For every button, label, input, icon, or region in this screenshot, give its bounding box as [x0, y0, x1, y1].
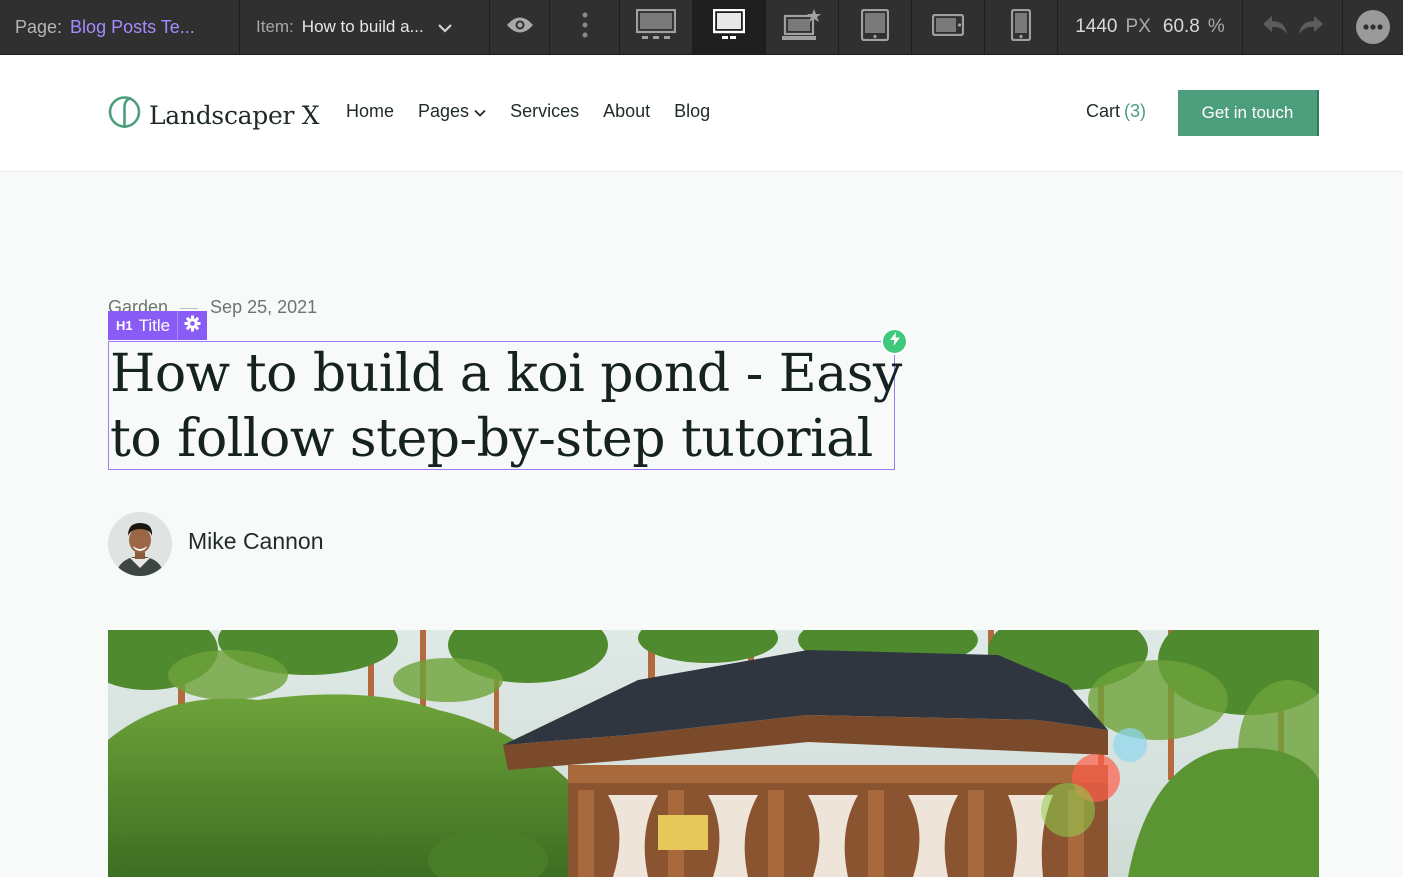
nav-home[interactable]: Home	[346, 101, 394, 122]
zoom-unit: %	[1207, 16, 1225, 37]
canvas-size-readout[interactable]: 1440 PX 60.8 %	[1058, 0, 1243, 54]
selection-tag-label: H1 Title	[108, 316, 177, 336]
item-value: How to build a...	[301, 17, 424, 36]
nav-services[interactable]: Services	[510, 101, 579, 122]
interaction-bolt-button[interactable]	[881, 328, 908, 355]
phone-icon	[1010, 8, 1032, 46]
site-header: Landscaper X Home Pages Services About B…	[0, 55, 1403, 172]
page-selector[interactable]: Page: Blog Posts Te...	[0, 0, 240, 54]
author-name[interactable]: Mike Cannon	[188, 528, 324, 555]
lightning-icon	[889, 332, 901, 351]
desktop-icon	[712, 8, 746, 46]
more-options-button[interactable]	[550, 0, 620, 54]
device-custom[interactable]	[766, 0, 839, 54]
page-value: Blog Posts Te...	[70, 16, 195, 37]
undo-icon[interactable]	[1261, 14, 1289, 41]
device-desktop-large[interactable]	[620, 0, 693, 54]
vertical-dots-icon	[582, 12, 588, 43]
redo-icon[interactable]	[1297, 14, 1325, 41]
author-avatar	[108, 512, 172, 576]
device-desktop[interactable]	[693, 0, 766, 54]
device-tablet[interactable]	[839, 0, 912, 54]
desktop-large-icon	[635, 8, 677, 46]
nav-about[interactable]: About	[603, 101, 650, 122]
width-unit: PX	[1125, 16, 1151, 37]
item-label: Item:	[256, 17, 294, 36]
nav-blog[interactable]: Blog	[674, 101, 710, 122]
meta-divider	[180, 307, 199, 309]
heading-type: H1	[116, 318, 133, 333]
site-logo[interactable]: Landscaper X	[108, 95, 320, 136]
post-date: Sep 25, 2021	[210, 297, 318, 317]
preview-button[interactable]	[490, 0, 550, 54]
history-controls	[1243, 0, 1343, 54]
eye-icon	[506, 16, 534, 39]
chevron-down-icon	[437, 17, 452, 38]
desktop-custom-icon	[781, 8, 823, 47]
element-settings-button[interactable]	[177, 311, 207, 340]
nav-pages-label: Pages	[418, 101, 470, 121]
zoom-value[interactable]: 60.8	[1163, 16, 1200, 38]
item-selector[interactable]: Item: How to build a...	[240, 0, 490, 54]
editor-toolbar: Page: Blog Posts Te... Item: How to buil…	[0, 0, 1403, 55]
post-hero-image	[108, 630, 1319, 877]
editor-menu-button[interactable]	[1343, 0, 1403, 54]
title-line-2: to follow step-by-step tutorial	[110, 409, 873, 469]
nav-pages[interactable]: Pages	[418, 101, 486, 122]
title-line-1: How to build a koi pond - Easy	[110, 344, 902, 404]
element-name: Title	[138, 315, 171, 335]
cart-label: Cart	[1086, 101, 1121, 121]
selection-tag[interactable]: H1 Title	[108, 311, 208, 340]
more-horizontal-icon	[1356, 10, 1390, 44]
main-nav: Home Pages Services About Blog	[346, 101, 710, 122]
chevron-down-icon	[474, 101, 486, 122]
cart-link[interactable]: Cart (3)	[1086, 101, 1146, 122]
gear-icon	[184, 315, 201, 337]
logo-text: Landscaper X	[149, 101, 320, 130]
device-tablet-landscape[interactable]	[912, 0, 985, 54]
width-value[interactable]: 1440	[1075, 16, 1117, 38]
device-phone[interactable]	[985, 0, 1058, 54]
get-in-touch-button[interactable]: Get in touch	[1178, 90, 1319, 136]
page-label: Page:	[15, 16, 63, 37]
leaf-logo-icon	[108, 95, 141, 136]
post-title[interactable]: How to build a koi pond - Easy to follow …	[110, 342, 910, 472]
cart-count: (3)	[1124, 101, 1147, 121]
tablet-landscape-icon	[931, 13, 965, 41]
tablet-icon	[860, 8, 890, 46]
